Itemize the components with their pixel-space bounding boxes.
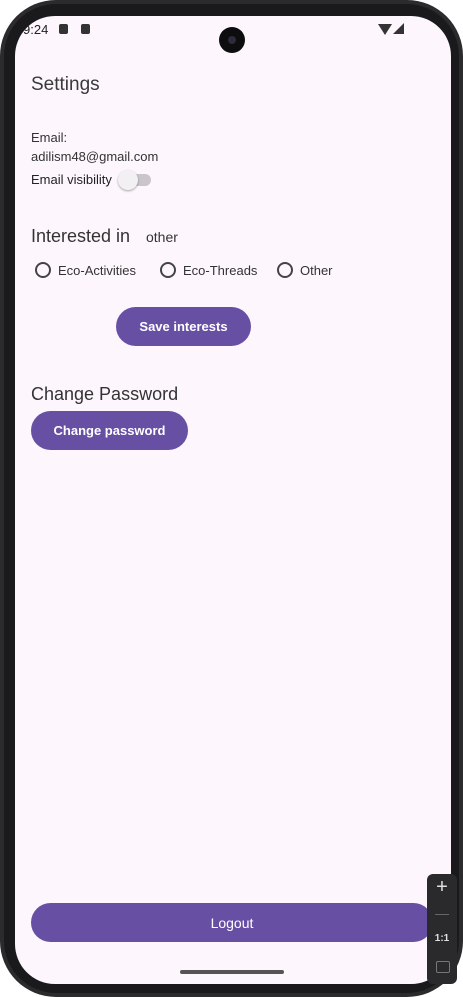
radio-label: Other: [300, 262, 333, 278]
zoom-actual-size-button[interactable]: 1:1: [427, 933, 457, 944]
email-value: adilism48@gmail.com: [31, 149, 159, 164]
change-password-title: Change Password: [31, 384, 179, 404]
radio-eco-activities[interactable]: Eco-Activities: [35, 262, 136, 278]
status-time: 9:24: [23, 22, 49, 37]
interests-title: Interested in: [31, 226, 131, 246]
zoom-out-icon[interactable]: [435, 914, 449, 915]
radio-label: Eco-Threads: [183, 262, 258, 278]
radio-circle-icon: [160, 262, 176, 278]
sd-card-icon: [81, 24, 90, 34]
radio-label: Eco-Activities: [58, 262, 137, 278]
radio-circle-icon: [35, 262, 51, 278]
front-camera: [219, 27, 245, 53]
notification-a-icon: [59, 24, 68, 34]
switch-thumb: [118, 170, 138, 190]
page-title: Settings: [31, 74, 100, 95]
home-indicator[interactable]: [180, 970, 284, 974]
email-visibility-label: Email visibility: [31, 172, 112, 187]
email-label: Email:: [31, 130, 68, 145]
change-password-button[interactable]: Change password: [31, 411, 188, 450]
signal-icon: [393, 23, 404, 34]
save-interests-button[interactable]: Save interests: [116, 307, 251, 346]
interests-current-value: other: [146, 229, 178, 245]
radio-other[interactable]: Other: [277, 262, 333, 278]
logout-button[interactable]: Logout: [31, 903, 433, 942]
device-frame: 9:24 Settings Email: adilism48@gmail.com…: [0, 0, 463, 997]
wifi-icon: [378, 24, 392, 35]
email-visibility-switch[interactable]: [118, 170, 151, 190]
emulator-zoom-panel: + 1:1: [427, 874, 457, 984]
zoom-in-icon[interactable]: +: [427, 876, 457, 899]
zoom-fit-icon[interactable]: [436, 961, 450, 973]
radio-circle-icon: [277, 262, 293, 278]
radio-eco-threads[interactable]: Eco-Threads: [160, 262, 257, 278]
app-screen: 9:24 Settings Email: adilism48@gmail.com…: [15, 16, 451, 984]
